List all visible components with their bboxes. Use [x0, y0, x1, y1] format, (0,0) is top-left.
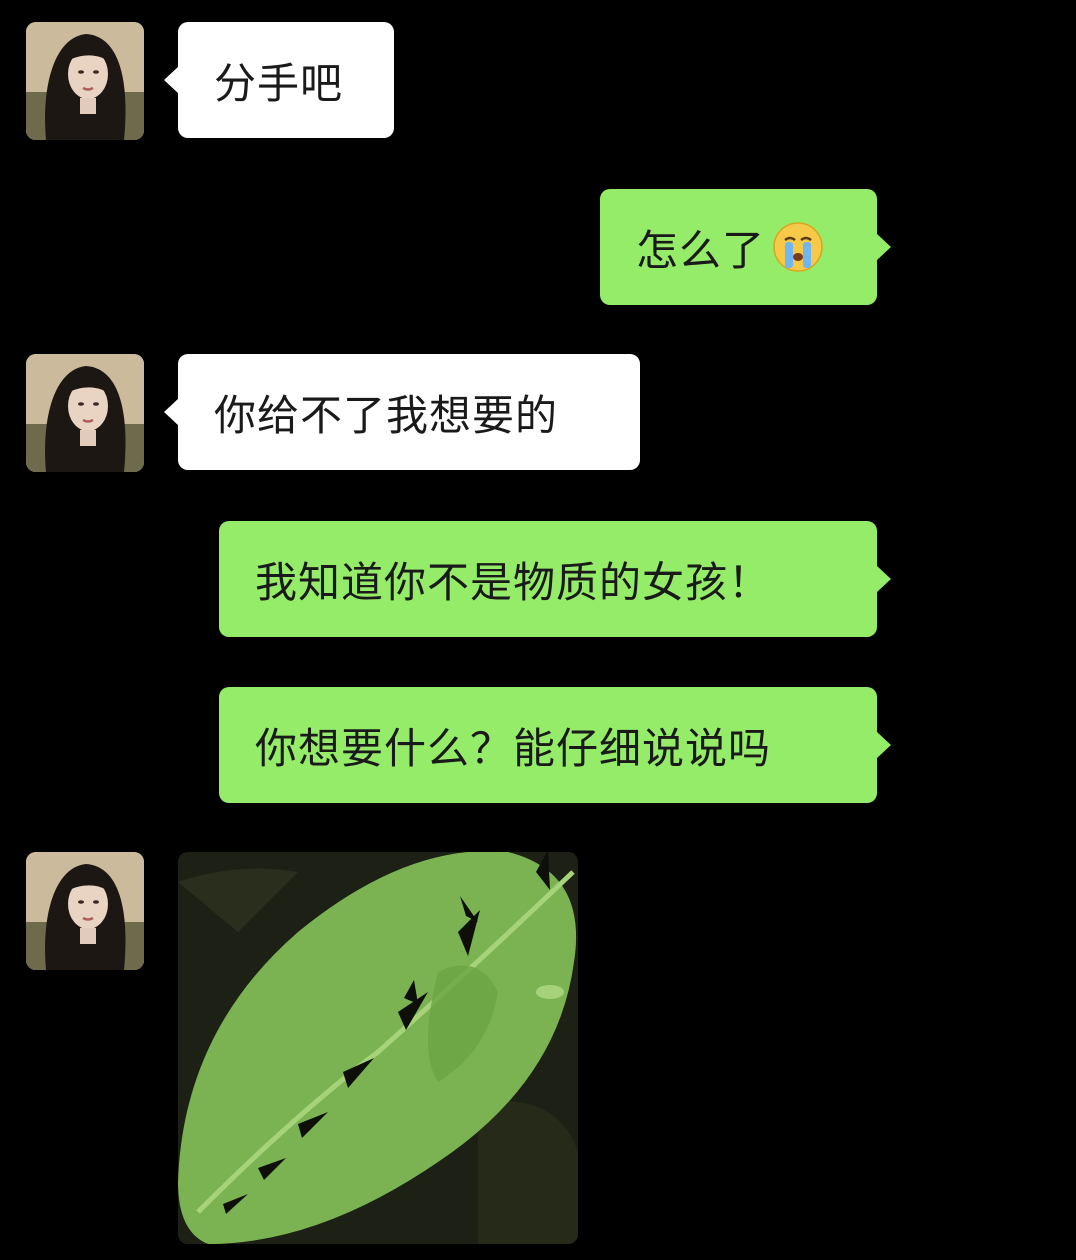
crying-face-icon	[771, 220, 825, 274]
contact-avatar[interactable]	[26, 852, 144, 970]
message-bubble-incoming[interactable]: 你给不了我想要的	[164, 354, 640, 470]
message-bubble-incoming[interactable]: 分手吧	[164, 22, 394, 138]
contact-avatar[interactable]	[26, 354, 144, 472]
contact-avatar[interactable]	[26, 22, 144, 140]
spiky-green-leaf-photo	[178, 852, 578, 1244]
avatar-portrait-image	[26, 22, 144, 140]
message-image-incoming[interactable]	[178, 852, 578, 1244]
message-bubble-outgoing[interactable]: 我知道你不是物质的女孩！	[219, 521, 891, 637]
message-bubble-outgoing[interactable]: 你想要什么？能仔细说说吗	[219, 687, 891, 803]
message-text: 你想要什么？能仔细说说吗	[255, 723, 772, 773]
avatar-portrait-image	[26, 354, 144, 472]
message-text: 怎么了	[636, 225, 766, 275]
avatar-portrait-image	[26, 852, 144, 970]
message-text: 分手吧	[214, 58, 344, 108]
message-bubble-outgoing[interactable]: 怎么了	[600, 189, 891, 305]
message-text: 我知道你不是物质的女孩！	[255, 557, 772, 607]
message-text: 你给不了我想要的	[214, 390, 559, 440]
chat-window: 分手吧 怎么了 你给不了我想要的 我知道你不是物质的女孩！ 你想要什么？能仔细说…	[0, 0, 1076, 1260]
